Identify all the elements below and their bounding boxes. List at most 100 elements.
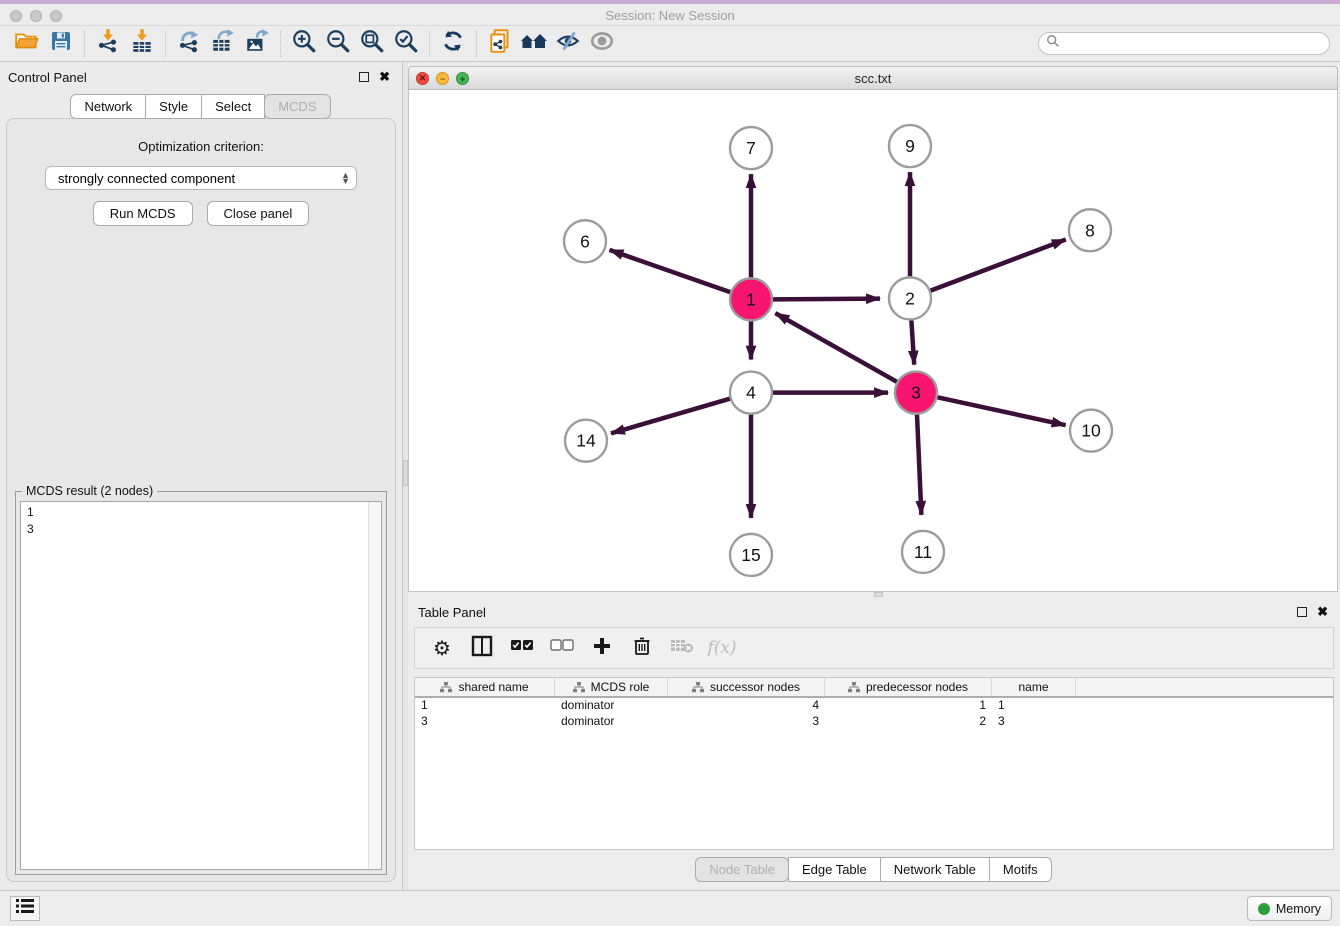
cell-shared-name[interactable]: 3 (415, 714, 555, 730)
graph-node-1[interactable]: 1 (730, 278, 772, 320)
delete-table-button[interactable] (667, 633, 697, 663)
column-header-name[interactable]: name (992, 678, 1076, 696)
table-row[interactable]: 3 dominator 3 2 3 (415, 714, 1333, 730)
refresh-button[interactable] (436, 29, 470, 59)
graph-edge-1-6[interactable] (610, 250, 731, 292)
tree-icon (692, 682, 704, 693)
svg-text:9: 9 (905, 136, 915, 156)
graph-node-10[interactable]: 10 (1070, 410, 1112, 452)
zoom-out-button[interactable] (321, 29, 355, 59)
cell-name[interactable]: 1 (992, 698, 1076, 714)
tab-edge-table[interactable]: Edge Table (788, 857, 881, 882)
cell-predecessor-nodes[interactable]: 1 (825, 698, 992, 714)
hide-graphics-details-button[interactable] (551, 29, 585, 59)
zoom-in-button[interactable] (287, 29, 321, 59)
cell-mcds-role[interactable]: dominator (555, 698, 668, 714)
cell-predecessor-nodes[interactable]: 2 (825, 714, 992, 730)
tab-style[interactable]: Style (145, 94, 202, 119)
search-input[interactable] (1064, 37, 1329, 51)
result-scrollbar[interactable] (368, 502, 381, 869)
task-history-button[interactable] (10, 896, 40, 921)
close-panel-icon[interactable]: ✖ (379, 72, 390, 82)
clone-network-button[interactable] (483, 29, 517, 59)
tab-network[interactable]: Network (70, 94, 146, 119)
criterion-select[interactable]: strongly connected component ▲▼ (45, 166, 357, 190)
open-session-button[interactable] (10, 29, 44, 59)
table-row[interactable]: 1 dominator 4 1 1 (415, 698, 1333, 714)
delete-columns-button[interactable] (627, 633, 657, 663)
zoom-fit-button[interactable] (355, 29, 389, 59)
float-panel-icon[interactable] (359, 72, 369, 82)
search-box[interactable] (1038, 32, 1330, 55)
home-button[interactable] (517, 29, 551, 59)
column-header-mcds-role[interactable]: MCDS role (555, 678, 668, 696)
tree-icon (848, 682, 860, 693)
column-header-successor-nodes[interactable]: successor nodes (668, 678, 825, 696)
graph-edge-2-3[interactable] (911, 320, 914, 364)
deselect-all-columns-button[interactable] (547, 633, 577, 663)
cell-name[interactable]: 3 (992, 714, 1076, 730)
cell-successor-nodes[interactable]: 3 (668, 714, 825, 730)
table-tabs: Node Table Edge Table Network Table Moti… (408, 857, 1340, 882)
export-network-button[interactable] (172, 29, 206, 59)
cell-shared-name[interactable]: 1 (415, 698, 555, 714)
tab-motifs[interactable]: Motifs (989, 857, 1052, 882)
zoom-selected-button[interactable] (389, 29, 423, 59)
tab-mcds[interactable]: MCDS (264, 94, 330, 119)
select-all-columns-button[interactable] (507, 633, 537, 663)
graph-edge-4-14[interactable] (611, 399, 730, 434)
network-graph[interactable]: 7 9 6 8 1 2 4 3 14 10 15 11 (409, 90, 1337, 591)
list-icon (16, 898, 34, 919)
graph-edge-1-2[interactable] (773, 299, 880, 300)
graph-node-11[interactable]: 11 (902, 531, 944, 573)
column-header-predecessor-nodes[interactable]: predecessor nodes (825, 678, 992, 696)
graph-node-3[interactable]: 3 (895, 372, 937, 414)
control-panel-tabs: Network Style Select MCDS (0, 94, 402, 119)
export-image-button[interactable] (240, 29, 274, 59)
graph-node-15[interactable]: 15 (730, 534, 772, 576)
split-columns-button[interactable] (467, 633, 497, 663)
graph-node-6[interactable]: 6 (564, 220, 606, 262)
run-mcds-button[interactable]: Run MCDS (93, 201, 193, 226)
graph-node-2[interactable]: 2 (889, 277, 931, 319)
show-graphics-details-button[interactable] (585, 29, 619, 59)
save-floppy-icon (49, 29, 73, 58)
graph-edge-3-10[interactable] (938, 397, 1066, 425)
graph-edge-3-1[interactable] (775, 313, 896, 382)
tab-node-table[interactable]: Node Table (695, 857, 789, 882)
memory-button[interactable]: Memory (1247, 896, 1332, 921)
cell-mcds-role[interactable]: dominator (555, 714, 668, 730)
cell-successor-nodes[interactable]: 4 (668, 698, 825, 714)
svg-text:15: 15 (741, 545, 760, 565)
column-header-shared-name[interactable]: shared name (415, 678, 555, 696)
tab-network-table[interactable]: Network Table (880, 857, 990, 882)
float-table-panel-icon[interactable] (1297, 607, 1307, 617)
save-session-button[interactable] (44, 29, 78, 59)
zoom-out-icon (325, 28, 351, 59)
graph-node-4[interactable]: 4 (730, 372, 772, 414)
graph-edge-3-11[interactable] (917, 415, 921, 515)
network-window-titlebar[interactable]: ✕ − + scc.txt (408, 66, 1338, 90)
import-network-button[interactable] (91, 29, 125, 59)
graph-node-9[interactable]: 9 (889, 125, 931, 167)
add-column-button[interactable] (587, 633, 617, 663)
function-builder-button[interactable]: f(x) (707, 633, 737, 663)
import-table-button[interactable] (125, 29, 159, 59)
close-table-panel-icon[interactable]: ✖ (1317, 607, 1328, 617)
tab-select[interactable]: Select (201, 94, 265, 119)
svg-text:11: 11 (914, 542, 932, 562)
control-panel: Control Panel ✖ Network Style Select MCD… (0, 62, 402, 890)
mcds-result-group: MCDS result (2 nodes) 1 3 (15, 491, 387, 875)
export-table-button[interactable] (206, 29, 240, 59)
graph-node-7[interactable]: 7 (730, 127, 772, 169)
table-settings-button[interactable]: ⚙ (427, 633, 457, 663)
mcds-result-textarea[interactable]: 1 3 (20, 501, 382, 870)
svg-text:3: 3 (911, 383, 921, 403)
graph-node-14[interactable]: 14 (565, 420, 607, 462)
network-canvas[interactable]: 7 9 6 8 1 2 4 3 14 10 15 11 (408, 90, 1338, 592)
close-panel-button[interactable]: Close panel (207, 201, 310, 226)
graph-node-8[interactable]: 8 (1069, 209, 1111, 251)
graph-edge-2-8[interactable] (931, 239, 1066, 290)
zoom-in-icon (291, 28, 317, 59)
tree-icon (573, 682, 585, 693)
